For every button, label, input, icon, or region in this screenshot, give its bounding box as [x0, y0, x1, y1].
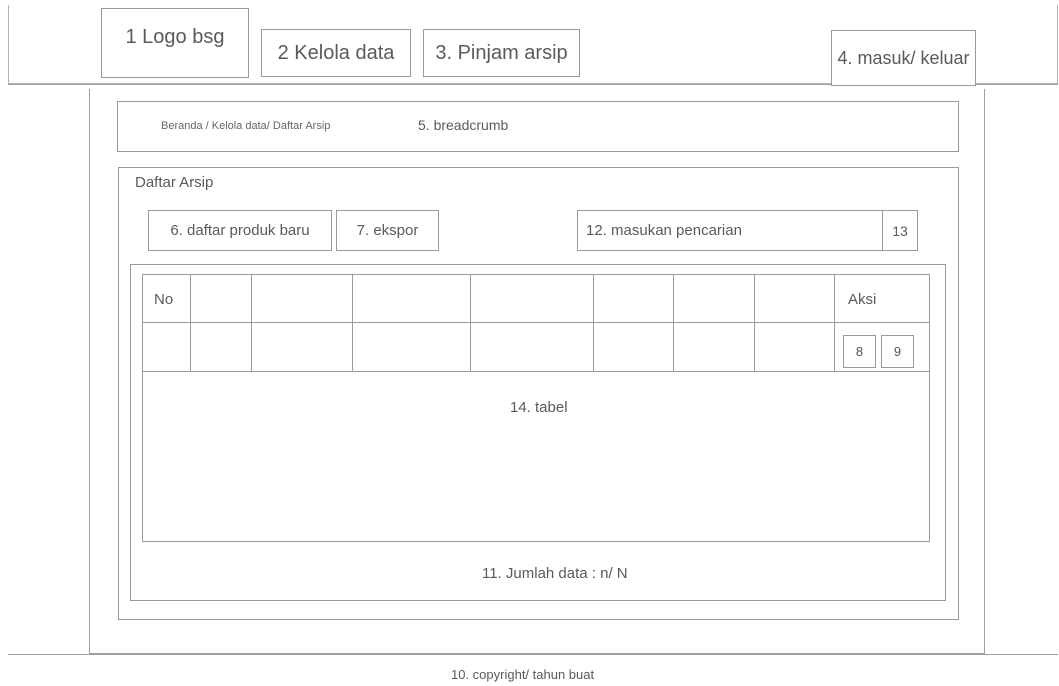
add-product-button[interactable]: 6. daftar produk baru: [148, 210, 332, 251]
search-input[interactable]: 12. masukan pencarian: [577, 210, 883, 251]
footer-divider: [8, 654, 1058, 655]
breadcrumb-label: 5. breadcrumb: [418, 117, 509, 133]
table-col-divider: [593, 275, 594, 372]
search-button[interactable]: 13: [882, 210, 918, 251]
table-col-divider: [754, 275, 755, 372]
breadcrumb: Beranda / Kelola data/ Daftar Arsip 5. b…: [117, 101, 959, 152]
logo[interactable]: 1 Logo bsg: [101, 8, 249, 78]
table-label: 14. tabel: [510, 399, 568, 416]
data-table: No Aksi 8 9 14. tabel: [142, 274, 930, 542]
table-header-no: No: [154, 291, 174, 308]
login-logout-button[interactable]: 4. masuk/ keluar: [831, 30, 976, 86]
breadcrumb-path[interactable]: Beranda / Kelola data/ Daftar Arsip: [161, 120, 330, 132]
table-col-divider: [190, 275, 191, 372]
page-title: Daftar Arsip: [135, 174, 214, 191]
search-placeholder: 12. masukan pencarian: [586, 222, 742, 239]
table-col-divider: [251, 275, 252, 372]
data-count: 11. Jumlah data : n/ N: [482, 565, 628, 582]
table-row-divider: [143, 371, 929, 372]
nav-kelola-data[interactable]: 2 Kelola data: [261, 29, 411, 77]
table-col-divider: [834, 275, 835, 372]
copyright: 10. copyright/ tahun buat: [451, 667, 595, 682]
table-row-divider: [143, 322, 929, 323]
nav-pinjam-arsip[interactable]: 3. Pinjam arsip: [423, 29, 580, 77]
export-button[interactable]: 7. ekspor: [336, 210, 439, 251]
table-col-divider: [352, 275, 353, 372]
table-col-divider: [470, 275, 471, 372]
delete-button[interactable]: 9: [881, 335, 914, 368]
table-col-divider: [673, 275, 674, 372]
table-header-action: Aksi: [848, 291, 877, 308]
edit-button[interactable]: 8: [843, 335, 876, 368]
